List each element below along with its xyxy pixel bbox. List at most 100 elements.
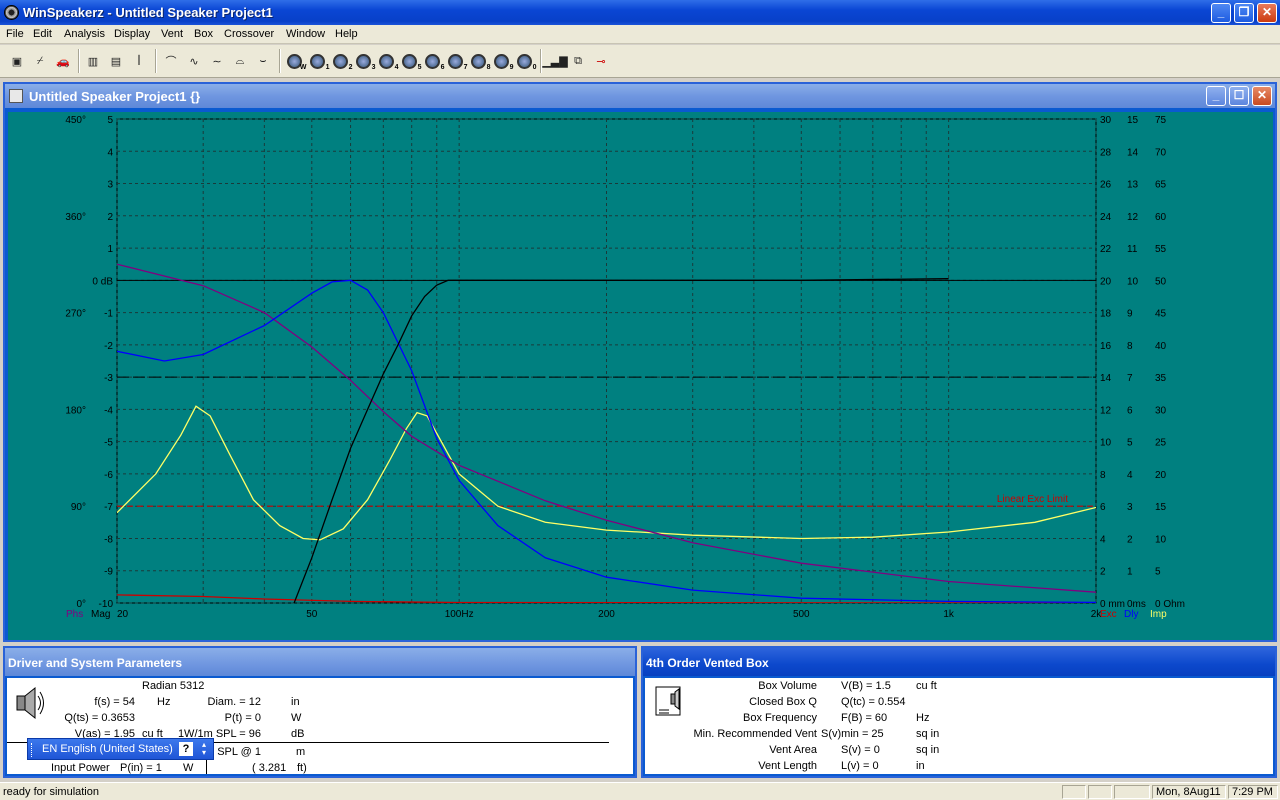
curve-notch-icon[interactable]: ∿ (184, 50, 204, 72)
spl-at-label[interactable]: SPL @ 1 (217, 746, 261, 758)
menu-crossover[interactable]: Crossover (224, 28, 274, 40)
bar-graph-icon[interactable]: ▁▃▇ (542, 50, 567, 72)
vent-length-value[interactable]: L(v) = 0 (841, 760, 879, 772)
mag-tick-label: -8 (104, 534, 113, 545)
mag-tick-label: -5 (104, 438, 113, 449)
grip-icon[interactable] (31, 743, 35, 757)
exc-tick-label: 10 (1100, 438, 1112, 449)
mag-tick-label: 2 (107, 212, 113, 223)
ear-icon[interactable]: ꟾ (129, 50, 149, 72)
status-cell-1 (1062, 785, 1086, 799)
child-maximize-button[interactable]: ☐ (1229, 86, 1249, 106)
status-time: 7:29 PM (1228, 785, 1278, 799)
menu-file[interactable]: File (6, 28, 24, 40)
dly-tick-label: 12 (1127, 212, 1139, 223)
status-message: ready for simulation (3, 786, 99, 798)
exc-tick-label: 4 (1100, 534, 1106, 545)
options-arrow-icon[interactable]: ▴ ▾ (202, 741, 206, 757)
curve-bandpass-icon[interactable]: ⌓ (230, 50, 250, 72)
car-icon[interactable]: 🚗 (53, 50, 73, 72)
curve-shelf-icon[interactable]: ∼ (207, 50, 227, 72)
box-volume-value[interactable]: V(B) = 1.5 (841, 680, 891, 692)
zoom-8-icon[interactable]: 8 (468, 50, 491, 72)
window-title: WinSpeakerz - Untitled Speaker Project1 (23, 5, 273, 20)
zoom-9-icon[interactable]: 9 (491, 50, 514, 72)
bars-icon[interactable]: ▥ (83, 50, 103, 72)
imp-tick-label: 30 (1155, 405, 1167, 416)
driver-name[interactable]: Radian 5312 (142, 680, 204, 692)
zoom-6-icon[interactable]: 6 (422, 50, 445, 72)
zoom-1-icon[interactable]: 1 (307, 50, 330, 72)
zoom-all-icon[interactable]: W (284, 50, 307, 72)
phase-tick-label: 450° (65, 115, 86, 126)
help-icon[interactable]: ? (179, 742, 193, 756)
minimize-button[interactable]: _ (1211, 3, 1231, 23)
menu-vent[interactable]: Vent (161, 28, 183, 40)
menu-box[interactable]: Box (194, 28, 213, 40)
linear-exc-limit-label: Linear Exc Limit (997, 494, 1068, 505)
vent-area-value[interactable]: S(v) = 0 (841, 744, 880, 756)
curve-lowpass-icon[interactable]: ⌒ (161, 50, 181, 72)
spl-at-unit: m (296, 746, 306, 758)
close-button[interactable]: ✕ (1257, 3, 1277, 23)
child-close-button[interactable]: ✕ (1252, 86, 1272, 106)
vent-length-label: Vent Length (758, 760, 817, 772)
exc-tick-label: 14 (1100, 373, 1112, 384)
menu-edit[interactable]: Edit (33, 28, 52, 40)
zoom-4-icon[interactable]: 4 (376, 50, 399, 72)
zoom-3-icon[interactable]: 3 (353, 50, 376, 72)
phase-tick-label: 270° (65, 309, 86, 320)
dly-tick-label: 14 (1127, 147, 1139, 158)
min-vent-value[interactable]: S(v)min = 25 (821, 728, 884, 740)
vent-area-unit: sq in (916, 744, 940, 756)
zoom-5-icon[interactable]: 5 (399, 50, 422, 72)
menu-window[interactable]: Window (286, 28, 325, 40)
app-speaker-icon[interactable] (4, 5, 19, 20)
menu-help[interactable]: Help (335, 28, 358, 40)
menu-display[interactable]: Display (114, 28, 150, 40)
menu-analysis[interactable]: Analysis (64, 28, 105, 40)
exc-tick-label: 6 (1100, 502, 1106, 513)
zoom-2-icon[interactable]: 2 (330, 50, 353, 72)
x-tick-label: 500 (793, 609, 810, 620)
crossover-tool-icon[interactable]: ⌿ (30, 50, 50, 72)
spl-unit: dB (291, 728, 305, 740)
diam-value[interactable]: Diam. = 12 (208, 696, 262, 708)
restore-button[interactable]: ❐ (1234, 3, 1254, 23)
box-frequency-value[interactable]: F(B) = 60 (841, 712, 887, 724)
project-icon[interactable] (9, 89, 23, 103)
imp-tick-label: 25 (1155, 438, 1167, 449)
mag-tick-label: 1 (107, 244, 113, 255)
dly-tick-label: 7 (1127, 373, 1133, 384)
dly-legend: Dly (1124, 609, 1138, 620)
magnitude-curve (293, 278, 949, 603)
driver-icon[interactable]: ▣ (7, 50, 27, 72)
child-minimize-button[interactable]: _ (1206, 86, 1226, 106)
project-title: Untitled Speaker Project1 {} (29, 89, 201, 104)
exc-tick-label: 30 (1100, 115, 1112, 126)
vent-area-label: Vent Area (769, 744, 817, 756)
imp-tick-label: 55 (1155, 244, 1167, 255)
dly-tick-label: 3 (1127, 502, 1133, 513)
input-power-label: Input Power (51, 762, 110, 774)
qts-value[interactable]: Q(ts) = 0.3653 (64, 712, 135, 724)
speaker-box-icon[interactable]: ▤ (106, 50, 126, 72)
driver-panel-header: Driver and System Parameters (5, 648, 635, 676)
exc-tick-label: 20 (1100, 276, 1112, 287)
closed-box-q-value[interactable]: Q(tc) = 0.554 (841, 696, 906, 708)
curve-highpass-icon[interactable]: ⌣ (253, 50, 273, 72)
language-label[interactable]: EN English (United States) (42, 743, 173, 755)
marker-icon[interactable]: ⊸ (591, 50, 611, 72)
pt-value[interactable]: P(t) = 0 (225, 712, 261, 724)
exc-legend: Exc (1100, 609, 1117, 620)
language-bar[interactable]: EN English (United States) ? ▴ ▾ (27, 738, 214, 760)
input-power-value[interactable]: P(in) = 1 (120, 762, 162, 774)
copy-graph-icon[interactable]: ⧉ (568, 50, 588, 72)
exc-tick-label: 18 (1100, 309, 1112, 320)
fs-value[interactable]: f(s) = 54 (94, 696, 135, 708)
zoom-0-icon[interactable]: 0 (514, 50, 537, 72)
zoom-7-icon[interactable]: 7 (445, 50, 468, 72)
mag-tick-label: -2 (104, 341, 113, 352)
dly-tick-label: 8 (1127, 341, 1133, 352)
response-graph[interactable]: Linear Exc Limit 5 450° 30 15 75 4 28 14 70 3 26 13 6… (8, 112, 1273, 640)
